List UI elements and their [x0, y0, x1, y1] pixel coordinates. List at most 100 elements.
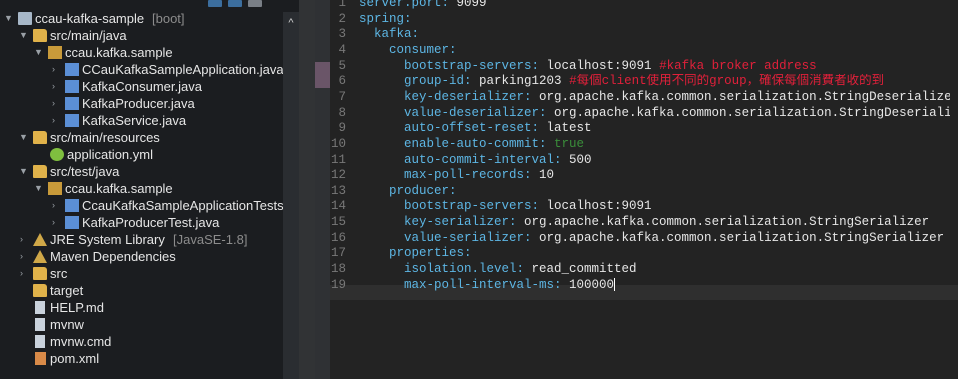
java-file-icon [65, 97, 79, 110]
yaml-key: value-serializer: [359, 230, 532, 245]
code-line[interactable]: 5 bootstrap-servers: localhost:9091 #kaf… [330, 59, 950, 74]
java-test-file-icon [65, 199, 79, 212]
line-number: 13 [330, 183, 346, 198]
yaml-value: org.apache.kafka.common.serialization.St… [516, 215, 930, 230]
tree-item-project[interactable]: ▼ ccau-kafka-sample [boot] [0, 10, 283, 27]
tree-item-java-file[interactable]: › KafkaProducer.java [0, 95, 283, 112]
source-folder-icon [33, 29, 47, 42]
code-line[interactable]: 6 group-id: parking1203 #每個client使用不同的gr… [330, 74, 950, 89]
xml-file-icon [35, 352, 46, 365]
yaml-comment: #每個client使用不同的group，確保每個消費者收的到 [569, 74, 885, 89]
code-line[interactable]: 16 value-serializer: org.apache.kafka.co… [330, 231, 950, 246]
collapse-arrow-icon[interactable]: ▼ [19, 27, 28, 44]
code-line[interactable]: 19 max-poll-interval-ms: 100000 [330, 278, 950, 293]
markdown-file-icon [35, 301, 45, 314]
expand-arrow-icon[interactable]: › [20, 231, 29, 248]
line-number: 10 [330, 136, 346, 151]
expand-arrow-icon[interactable]: › [52, 112, 61, 129]
expand-arrow-icon[interactable]: › [20, 265, 29, 282]
package-icon [48, 46, 62, 59]
code-line[interactable]: 12 max-poll-records: 10 [330, 168, 950, 183]
yaml-key: key-deserializer: [359, 89, 532, 104]
tree-item-pom-xml[interactable]: pom.xml [0, 350, 283, 367]
tree-item-label: target [50, 283, 84, 298]
yaml-value: latest [539, 121, 592, 136]
tree-item-test-package[interactable]: ▼ ccau.kafka.sample [0, 180, 283, 197]
expand-arrow-icon[interactable]: › [52, 61, 61, 78]
tree-item-mvnw[interactable]: mvnw [0, 316, 283, 333]
tree-item-java-file[interactable]: › CCauKafkaSampleApplication.java [0, 61, 283, 78]
tree-item-label: application.yml [67, 147, 153, 162]
tree-item-label: Maven Dependencies [50, 249, 176, 264]
tree-item-label: ccau.kafka.sample [65, 45, 173, 60]
project-explorer: ▼ ccau-kafka-sample [boot] ▼ src/main/ja… [0, 0, 299, 379]
yaml-key: server.port: [359, 0, 450, 10]
yaml-file-icon [50, 148, 64, 161]
tree-item-label: src [50, 266, 68, 281]
yaml-editor[interactable]: 1 server.port: 9099 2 spring: 3 kafka: 4 cons… [315, 0, 958, 379]
yaml-key: value-deserializer: [359, 105, 547, 120]
collapse-arrow-icon[interactable]: ▼ [34, 180, 43, 197]
code-line[interactable]: 2 spring: [330, 12, 950, 27]
line-number: 5 [338, 58, 346, 73]
line-number: 19 [330, 277, 346, 292]
expand-arrow-icon[interactable]: › [20, 248, 29, 265]
code-line[interactable]: 3 kafka: [330, 27, 950, 42]
tree-item-java-file[interactable]: › KafkaConsumer.java [0, 78, 283, 95]
scroll-up-arrow-icon[interactable]: ^ [283, 12, 299, 32]
tree-item-src-test-java[interactable]: ▼ src/test/java [0, 163, 283, 180]
explorer-scrollbar[interactable]: ^ [283, 12, 299, 379]
code-line[interactable]: 11 auto-commit-interval: 500 [330, 153, 950, 168]
tree-item-src[interactable]: › src [0, 265, 283, 282]
code-line[interactable]: 14 bootstrap-servers: localhost:9091 [330, 199, 950, 214]
tree-item-mvnw-cmd[interactable]: mvnw.cmd [0, 333, 283, 350]
code-line[interactable]: 15 key-serializer: org.apache.kafka.comm… [330, 215, 950, 230]
expand-arrow-icon[interactable]: › [52, 197, 61, 214]
line-number: 11 [330, 152, 346, 167]
tree-item-application-yml[interactable]: application.yml [0, 146, 283, 163]
collapse-arrow-icon[interactable]: ▼ [19, 129, 28, 146]
code-line[interactable]: 8 value-deserializer: org.apache.kafka.c… [330, 106, 950, 121]
java-file-icon [65, 80, 79, 93]
line-number: 9 [338, 121, 346, 136]
tree-item-src-main-resources[interactable]: ▼ src/main/resources [0, 129, 283, 146]
collapse-arrow-icon[interactable]: ▼ [19, 163, 28, 180]
tree-item-java-file[interactable]: › CcauKafkaSampleApplicationTests.java [0, 197, 283, 214]
code-line[interactable]: 9 auto-offset-reset: latest [330, 121, 950, 136]
view-divider[interactable] [299, 0, 315, 379]
tree-item-src-main-java[interactable]: ▼ src/main/java [0, 27, 283, 44]
tree-item-maven-dependencies[interactable]: › Maven Dependencies [0, 248, 283, 265]
code-line[interactable]: 7 key-deserializer: org.apache.kafka.com… [330, 90, 950, 105]
tree-item-main-package[interactable]: ▼ ccau.kafka.sample [0, 44, 283, 61]
tree-item-label: KafkaConsumer.java [82, 79, 202, 94]
line-number: 2 [338, 11, 346, 26]
collapse-all-icon[interactable] [208, 0, 222, 7]
code-line[interactable]: 4 consumer: [330, 43, 950, 58]
ruler-annotation-marker[interactable] [315, 62, 330, 88]
code-line[interactable]: 17 properties: [330, 246, 950, 261]
code-line[interactable]: 10 enable-auto-commit: true [330, 137, 950, 152]
line-number: 4 [338, 42, 346, 57]
expand-arrow-icon[interactable]: › [52, 214, 61, 231]
expand-arrow-icon[interactable]: › [52, 78, 61, 95]
java-file-icon [65, 114, 79, 127]
expand-arrow-icon[interactable]: › [52, 95, 61, 112]
tree-item-jre-library[interactable]: › JRE System Library [JavaSE-1.8] [0, 231, 283, 248]
explorer-toolbar [208, 0, 288, 10]
project-icon [18, 12, 32, 25]
yaml-value: org.apache.kafka.common.serialization.St… [546, 105, 950, 120]
collapse-arrow-icon[interactable]: ▼ [34, 44, 43, 61]
tree-item-java-file[interactable]: › KafkaService.java [0, 112, 283, 129]
line-number: 6 [338, 74, 346, 89]
link-editor-icon[interactable] [228, 0, 242, 7]
code-line[interactable]: 1 server.port: 9099 [330, 0, 950, 11]
code-line[interactable]: 13 producer: [330, 184, 950, 199]
tree-item-java-file[interactable]: › KafkaProducerTest.java [0, 214, 283, 231]
tree-item-help-md[interactable]: HELP.md [0, 299, 283, 316]
code-line[interactable]: 18 isolation.level: read_committed [330, 262, 950, 277]
yaml-key: max-poll-interval-ms: [359, 277, 562, 292]
view-menu-icon[interactable] [248, 0, 262, 7]
tree-item-target[interactable]: target [0, 282, 283, 299]
tree-item-label: pom.xml [50, 351, 100, 366]
collapse-arrow-icon[interactable]: ▼ [4, 10, 13, 27]
